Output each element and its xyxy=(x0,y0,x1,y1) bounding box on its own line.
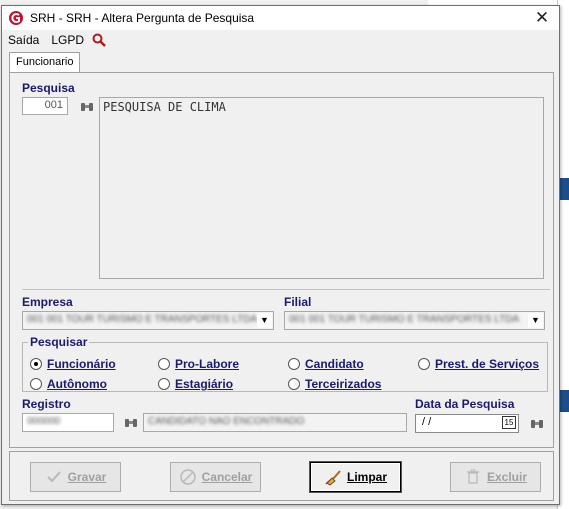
button-bar: Gravar Cancelar Limpar Excluir xyxy=(9,451,554,501)
cancel-icon xyxy=(179,469,196,485)
title-bar: SRH - SRH - Altera Pergunta de Pesquisa … xyxy=(2,6,559,30)
binoculars-icon[interactable] xyxy=(124,417,138,429)
eraser-brush-icon xyxy=(325,470,341,486)
search-icon[interactable] xyxy=(92,33,106,47)
filial-label: Filial xyxy=(284,295,312,309)
registro-name: CANDIDATO NAO ENCONTRADO xyxy=(148,416,305,427)
binoculars-icon[interactable] xyxy=(80,101,94,113)
data-pesquisa-value: / / xyxy=(422,416,432,428)
registro-value: 000000 xyxy=(27,416,61,427)
close-button[interactable]: ✕ xyxy=(531,8,553,28)
cancelar-button[interactable]: Cancelar xyxy=(170,462,261,492)
radio-terceirizados[interactable]: Terceirizados xyxy=(288,377,381,391)
data-pesquisa-label: Data da Pesquisa xyxy=(415,397,515,411)
gravar-button[interactable]: Gravar xyxy=(30,462,121,492)
menu-bar: Saída LGPD xyxy=(2,30,106,50)
registro-name-field: CANDIDATO NAO ENCONTRADO xyxy=(143,413,407,432)
filial-value: 001 001 TOUR TURISMO E TRANSPORTES LTDA xyxy=(289,314,520,325)
window-title: SRH - SRH - Altera Pergunta de Pesquisa xyxy=(30,11,255,25)
form-panel: Pesquisa 001 PESQUISA DE CLIMA Empresa 0… xyxy=(9,72,554,448)
radio-autonomo[interactable]: Autônomo xyxy=(30,377,107,391)
pesquisar-label: Pesquisar xyxy=(28,335,90,349)
tab-strip: Funcionario xyxy=(9,52,81,72)
pesquisa-label: Pesquisa xyxy=(22,81,75,95)
limpar-button[interactable]: Limpar xyxy=(310,462,401,492)
empresa-combo[interactable]: 001 001 TOUR TURISMO E TRANSPORTES LTDA … xyxy=(22,311,274,330)
menu-lgpd[interactable]: LGPD xyxy=(45,33,90,47)
excluir-button[interactable]: Excluir xyxy=(450,462,541,492)
chevron-down-icon[interactable]: ▼ xyxy=(528,313,543,328)
menu-saida[interactable]: Saída xyxy=(2,33,45,47)
calendar-icon[interactable]: 15 xyxy=(502,416,516,429)
dialog-window: SRH - SRH - Altera Pergunta de Pesquisa … xyxy=(1,5,560,505)
pesquisa-description[interactable]: PESQUISA DE CLIMA xyxy=(99,97,544,279)
empresa-label: Empresa xyxy=(22,295,73,309)
radio-pro-labore[interactable]: Pro-Labore xyxy=(158,357,239,371)
empresa-value: 001 001 TOUR TURISMO E TRANSPORTES LTDA xyxy=(27,314,258,325)
tab-funcionario[interactable]: Funcionario xyxy=(9,52,81,72)
chevron-down-icon[interactable]: ▼ xyxy=(257,313,272,328)
radio-candidato[interactable]: Candidato xyxy=(288,357,364,371)
background-tab xyxy=(559,178,569,200)
trash-icon xyxy=(466,469,479,484)
registro-field[interactable]: 000000 xyxy=(22,413,114,432)
app-logo-icon xyxy=(9,11,23,25)
separator xyxy=(22,289,550,290)
pesquisa-code-field[interactable]: 001 xyxy=(22,97,68,115)
data-pesquisa-field[interactable]: / / 15 xyxy=(415,414,519,433)
filial-combo[interactable]: 001 001 TOUR TURISMO E TRANSPORTES LTDA … xyxy=(284,311,545,330)
registro-label: Registro xyxy=(22,397,71,411)
radio-estagiario[interactable]: Estagiário xyxy=(158,377,233,391)
checkmark-icon xyxy=(46,471,61,483)
binoculars-icon[interactable] xyxy=(530,418,544,430)
radio-funcionario[interactable]: Funcionário xyxy=(30,357,116,371)
radio-prest-servicos[interactable]: Prest. de Serviços xyxy=(418,357,539,371)
background-tab xyxy=(559,390,569,412)
